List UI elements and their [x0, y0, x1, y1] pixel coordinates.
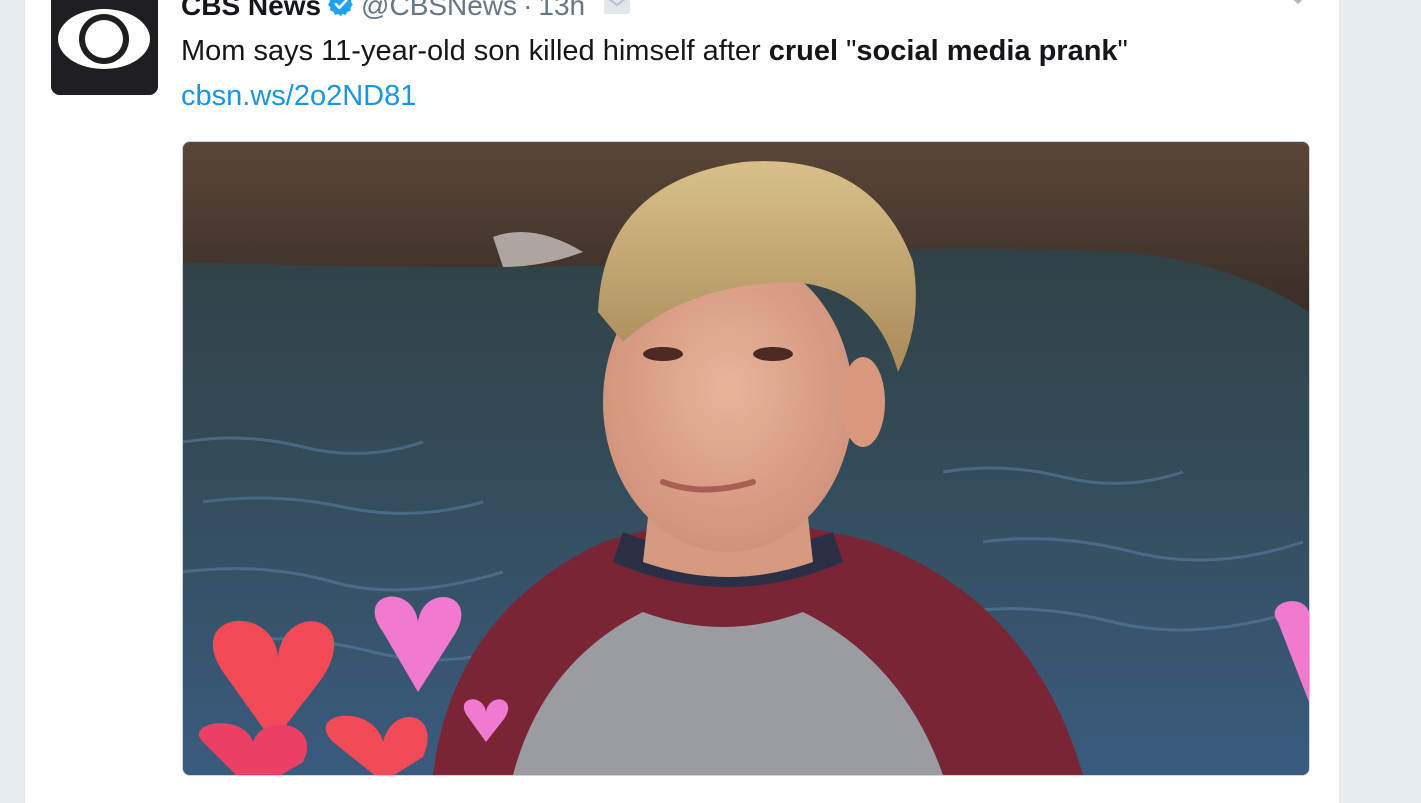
tweet-timestamp[interactable]: 13h — [538, 0, 585, 22]
display-name[interactable]: CBS News — [181, 0, 321, 22]
envelope-icon[interactable] — [603, 0, 631, 20]
verified-badge-icon — [327, 0, 355, 23]
tweet-text-quote-open: " — [838, 35, 857, 67]
tweet-text: Mom says 11-year-old son killed himself … — [181, 32, 1128, 70]
tweet-text-bold-cruel: cruel — [768, 35, 839, 67]
separator-dot: · — [523, 0, 533, 21]
tweet-text-prefix: Mom says 11-year-old son killed himself … — [181, 35, 769, 67]
cbs-eye-logo-icon — [51, 0, 158, 95]
tweet-text-bold-prank: social media prank — [856, 35, 1118, 67]
user-handle[interactable]: @CBSNews — [361, 0, 517, 22]
tweet-header: CBS News @CBSNews · 13h — [181, 0, 631, 26]
avatar[interactable] — [51, 0, 158, 95]
tweet-text-quote-close: " — [1117, 35, 1128, 67]
chevron-down-icon[interactable] — [1283, 0, 1313, 8]
tweet-media-photo[interactable] — [182, 141, 1310, 776]
photo-boy-by-water — [183, 142, 1309, 775]
tweet-link[interactable]: cbsn.ws/2o2ND81 — [181, 77, 416, 115]
